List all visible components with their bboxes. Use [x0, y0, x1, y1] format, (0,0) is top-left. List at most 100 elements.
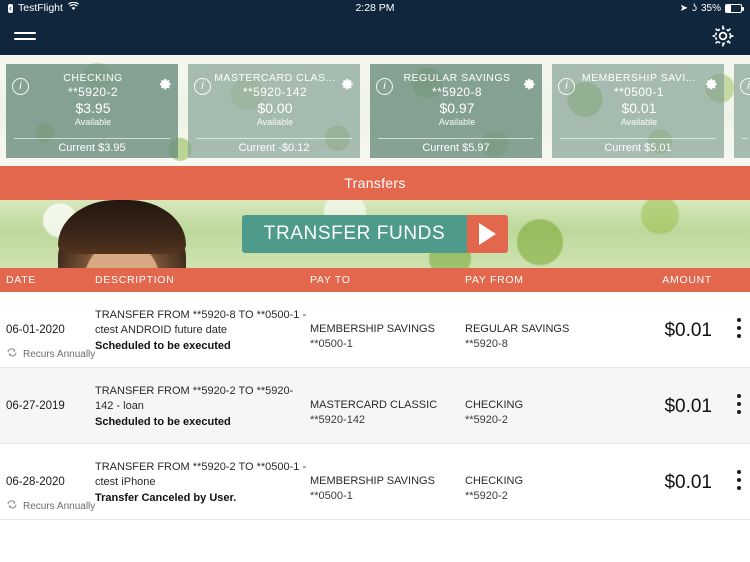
account-current-balance: [742, 137, 748, 158]
hamburger-menu-icon[interactable]: [14, 28, 36, 44]
row-description: TRANSFER FROM **5920-2 TO **0500-1 - cte…: [95, 461, 307, 488]
row-overflow-menu-icon[interactable]: [737, 318, 741, 338]
account-number: **5920-8: [432, 84, 482, 99]
bluetooth-icon: ʖ: [691, 2, 697, 14]
transfer-funds-button[interactable]: TRANSFER FUNDS: [241, 215, 509, 253]
row-pay-to-name: MASTERCARD CLASSIC: [310, 399, 438, 411]
table-row[interactable]: 06-27-2019 TRANSFER FROM **5920-2 TO **5…: [0, 368, 750, 444]
status-bar-clock: 2:28 PM: [355, 2, 395, 14]
account-current-balance: Current $5.97: [378, 137, 534, 158]
row-overflow-menu-icon[interactable]: [737, 394, 741, 414]
account-card-next-partial[interactable]: i: [734, 63, 750, 158]
battery-percent-label: 35%: [700, 2, 721, 14]
account-settings-gear-icon[interactable]: [157, 77, 172, 97]
account-name: REGULAR SAVINGS: [403, 71, 511, 84]
row-recurrence-label: Recurs Annually: [23, 500, 96, 512]
account-available-label: Available: [74, 116, 112, 127]
row-description-cell: TRANSFER FROM **5920-8 TO **0500-1 - cte…: [95, 308, 310, 354]
account-number: **5920-142: [242, 84, 308, 99]
play-arrow-icon: [467, 215, 509, 253]
row-recurrence-label: Recurs Annually: [23, 348, 96, 360]
row-pay-to-cell: MEMBERSHIP SAVINGS **0500-1: [310, 460, 465, 503]
row-amount: $0.01: [664, 396, 712, 417]
location-arrow-icon: ➤: [679, 2, 688, 14]
account-card-checking[interactable]: i CHECKING **5920-2 $3.95 Available Curr…: [6, 63, 178, 158]
row-pay-to-name: MEMBERSHIP SAVINGS: [310, 475, 435, 487]
info-icon[interactable]: i: [194, 77, 211, 95]
row-description: TRANSFER FROM **5920-2 TO **5920-142 - l…: [95, 385, 294, 412]
account-card-regular-savings[interactable]: i REGULAR SAVINGS **5920-8 $0.97 Availab…: [370, 63, 542, 158]
column-header-pay-to: PAY TO: [310, 274, 351, 286]
row-recurrence: Recurs Annually: [6, 347, 95, 361]
transfers-section-banner: Transfers: [0, 166, 750, 200]
row-pay-from-name: CHECKING: [465, 475, 524, 487]
table-row[interactable]: 06-01-2020 TRANSFER FROM **5920-8 TO **0…: [0, 292, 750, 368]
account-card-body: i CHECKING **5920-2 $3.95 Available: [6, 64, 178, 138]
account-available-amount: $0.01: [621, 99, 657, 116]
row-date: 06-28-2020: [6, 476, 65, 488]
row-pay-to-cell: MEMBERSHIP SAVINGS **0500-1: [310, 308, 465, 351]
account-available-amount: $0.97: [439, 99, 475, 116]
account-card-body: i MASTERCARD CLAS... **5920-142 $0.00 Av…: [188, 64, 360, 138]
account-available-label: Available: [256, 116, 294, 127]
column-header-amount: AMOUNT: [662, 274, 712, 286]
page-title: Transfers: [344, 175, 406, 191]
row-pay-from-cell: CHECKING **5920-2: [465, 460, 620, 503]
hero-image: TRANSFER FUNDS: [0, 200, 750, 268]
transfers-table-body: 06-01-2020 TRANSFER FROM **5920-8 TO **0…: [0, 292, 750, 520]
person-photo-hair: [58, 200, 186, 254]
row-pay-to-cell: MASTERCARD CLASSIC **5920-142: [310, 384, 465, 427]
account-name: CHECKING: [63, 71, 123, 84]
account-number: **0500-1: [614, 84, 664, 99]
account-summary: REGULAR SAVINGS **5920-8 $0.97 Available: [393, 71, 521, 128]
gear-icon[interactable]: [710, 23, 736, 49]
row-pay-from-number: **5920-2: [465, 489, 508, 502]
account-number: **5920-2: [68, 84, 118, 99]
account-card-body: i REGULAR SAVINGS **5920-8 $0.97 Availab…: [370, 64, 542, 138]
info-icon[interactable]: i: [740, 77, 750, 95]
info-icon[interactable]: i: [558, 77, 575, 95]
row-description-cell: TRANSFER FROM **5920-2 TO **0500-1 - cte…: [95, 460, 310, 506]
row-overflow-menu-icon[interactable]: [737, 470, 741, 490]
info-icon[interactable]: i: [376, 77, 393, 95]
row-pay-to-number: **5920-142: [310, 413, 366, 426]
row-description: TRANSFER FROM **5920-8 TO **0500-1 - cte…: [95, 309, 307, 336]
account-current-balance: Current -$0.12: [196, 137, 352, 158]
account-card-membership-savings[interactable]: i MEMBERSHIP SAVI... **0500-1 $0.01 Avai…: [552, 63, 724, 158]
info-icon[interactable]: i: [12, 77, 29, 95]
wifi-icon: [67, 1, 79, 14]
row-description-cell: TRANSFER FROM **5920-2 TO **5920-142 - l…: [95, 384, 310, 430]
app-header: [0, 16, 750, 55]
repeat-icon: [6, 347, 18, 361]
table-row[interactable]: 06-28-2020 TRANSFER FROM **5920-2 TO **0…: [0, 444, 750, 520]
account-settings-gear-icon[interactable]: [339, 77, 354, 97]
row-pay-to-number: **0500-1: [310, 489, 353, 502]
status-bar: ‹ TestFlight 2:28 PM ➤ ʖ 35%: [0, 0, 750, 16]
row-pay-from-name: CHECKING: [465, 399, 524, 411]
status-app-name: TestFlight: [18, 2, 63, 14]
row-pay-to-number: **0500-1: [310, 337, 353, 350]
status-bar-left: ‹ TestFlight: [8, 1, 79, 14]
account-settings-gear-icon[interactable]: [521, 77, 536, 97]
column-header-date: DATE: [6, 274, 37, 286]
account-name: MASTERCARD CLAS...: [214, 71, 336, 84]
account-summary: CHECKING **5920-2 $3.95 Available: [29, 71, 157, 128]
row-pay-from-name: REGULAR SAVINGS: [465, 323, 570, 335]
account-card-body: i: [734, 64, 750, 138]
account-summary: MEMBERSHIP SAVI... **0500-1 $0.01 Availa…: [575, 71, 703, 128]
account-available-label: Available: [620, 116, 658, 127]
account-available-amount: $0.00: [257, 99, 293, 116]
accounts-carousel[interactable]: i CHECKING **5920-2 $3.95 Available Curr…: [0, 55, 750, 166]
row-pay-from-cell: CHECKING **5920-2: [465, 384, 620, 427]
column-header-pay-from: PAY FROM: [465, 274, 524, 286]
row-recurrence: Recurs Annually: [6, 499, 95, 513]
transfer-funds-label: TRANSFER FUNDS: [241, 215, 468, 253]
back-chevron-icon[interactable]: ‹: [8, 3, 13, 13]
row-amount: $0.01: [664, 320, 712, 341]
account-summary: MASTERCARD CLAS... **5920-142 $0.00 Avai…: [211, 71, 339, 128]
account-settings-gear-icon[interactable]: [703, 77, 718, 97]
account-card-mastercard-classic[interactable]: i MASTERCARD CLAS... **5920-142 $0.00 Av…: [188, 63, 360, 158]
row-amount: $0.01: [664, 472, 712, 493]
row-pay-from-cell: REGULAR SAVINGS **5920-8: [465, 308, 620, 351]
row-pay-from-number: **5920-8: [465, 337, 508, 350]
